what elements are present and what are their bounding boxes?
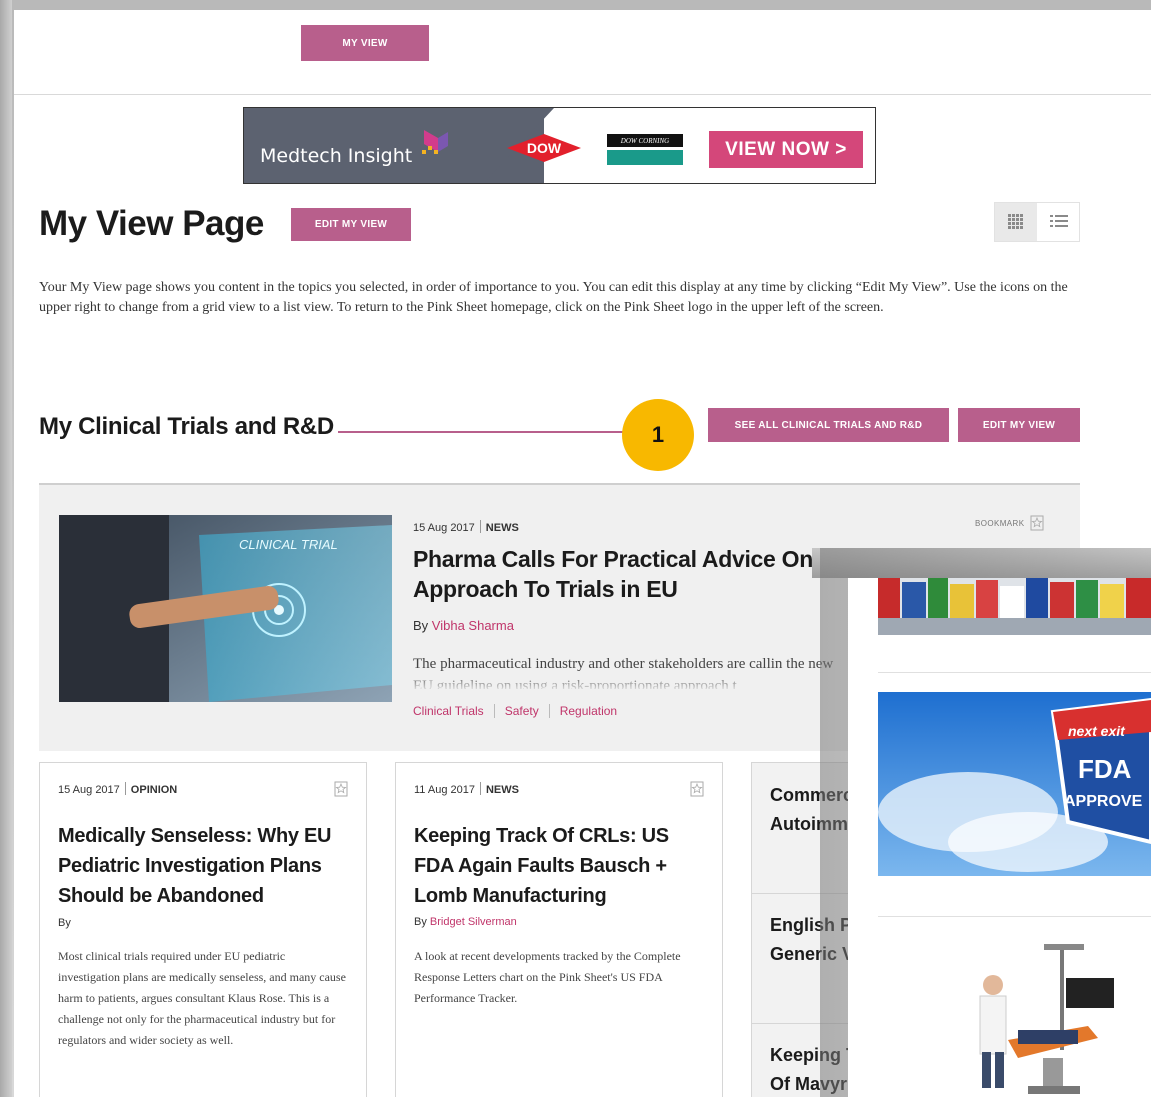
tag-link[interactable]: Clinical Trials [413,704,484,718]
svg-text:DOW: DOW [527,140,562,156]
bookmark-button[interactable]: BOOKMARK [975,515,1044,531]
featured-summary: The pharmaceutical industry and other st… [413,656,834,689]
article-date: 15 Aug 2017 [413,522,475,534]
list-view-button[interactable] [1038,203,1080,241]
dow-logo-icon: DOW [507,134,581,162]
bookmark-label: BOOKMARK [975,518,1025,528]
featured-tags: Clinical Trials Safety Regulation [413,704,617,718]
svg-text:APPROVE: APPROVE [1064,793,1143,810]
card-meta: 15 Aug 2017 OPINION [58,782,178,796]
card-title[interactable]: Medically Senseless: Why EU Pediatric In… [58,821,348,911]
fda-approved-image[interactable]: next exit FDA APPROVE [878,692,1151,876]
article-card[interactable]: 15 Aug 2017 OPINION Medically Senseless: … [39,762,367,1097]
callout-badge: 1 [622,399,694,471]
clinical-trial-image[interactable]: CLINICAL TRIAL [59,515,392,702]
intro-text: Your My View page shows you content in t… [39,280,1068,315]
section-edit-my-view-button[interactable]: EDIT MY VIEW [958,408,1080,442]
svg-text:CLINICAL TRIAL: CLINICAL TRIAL [239,537,338,552]
grid-icon [1008,214,1023,229]
author-link[interactable]: Vibha Sharma [432,618,514,633]
overlay-panel: next exit FDA APPROVE [848,578,1151,1097]
section-title: My Clinical Trials and R&D [39,413,334,440]
ad-banner[interactable]: Medtech Insight DOW DOW CORNING VIEW NOW… [243,107,876,184]
header-divider [14,94,1151,95]
tag-link[interactable]: Safety [505,704,539,718]
featured-meta: 15 Aug 2017 NEWS [413,520,519,534]
dental-chair-image[interactable] [948,930,1148,1097]
svg-text:FDA: FDA [1078,754,1132,784]
card-title[interactable]: Keeping Track Of CRLs: US FDA Again Faul… [414,821,704,911]
page-title: My View Page [39,204,264,243]
edit-my-view-button[interactable]: EDIT MY VIEW [291,208,411,241]
card-meta: 11 Aug 2017 NEWS [414,782,519,796]
tag-link[interactable]: Regulation [560,704,617,718]
grid-view-button[interactable] [995,203,1037,241]
my-view-nav-button[interactable]: MY VIEW [301,25,429,61]
dow-corning-logo: DOW CORNING [607,134,683,166]
svg-text:next exit: next exit [1068,723,1126,739]
article-type: NEWS [485,522,519,534]
see-all-clinical-trials-button[interactable]: SEE ALL CLINICAL TRIALS AND R&D [708,408,949,442]
bookmark-star-icon[interactable] [334,781,348,797]
article-card[interactable]: 11 Aug 2017 NEWS Keeping Track Of CRLs: U… [395,762,723,1097]
view-toggle [994,202,1080,242]
featured-byline: By Vibha Sharma [413,618,514,633]
flags-image[interactable] [878,578,1151,635]
section-divider [338,431,638,433]
card-summary: Most clinical trials required under EU p… [58,949,346,1047]
card-summary: A look at recent developments tracked by… [414,949,681,1005]
ad-brand-text: Medtech Insight [260,145,413,167]
card-byline: By Bridget Silverman [414,916,517,928]
list-icon [1050,215,1068,227]
bookmark-star-icon [1030,515,1044,531]
ad-view-now-button[interactable]: VIEW NOW > [709,131,863,168]
author-link[interactable]: Bridget Silverman [430,916,517,928]
window-edge [0,0,12,1097]
bookmark-star-icon[interactable] [690,781,704,797]
card-byline: By [58,917,71,929]
ad-logo-icon [422,130,448,154]
